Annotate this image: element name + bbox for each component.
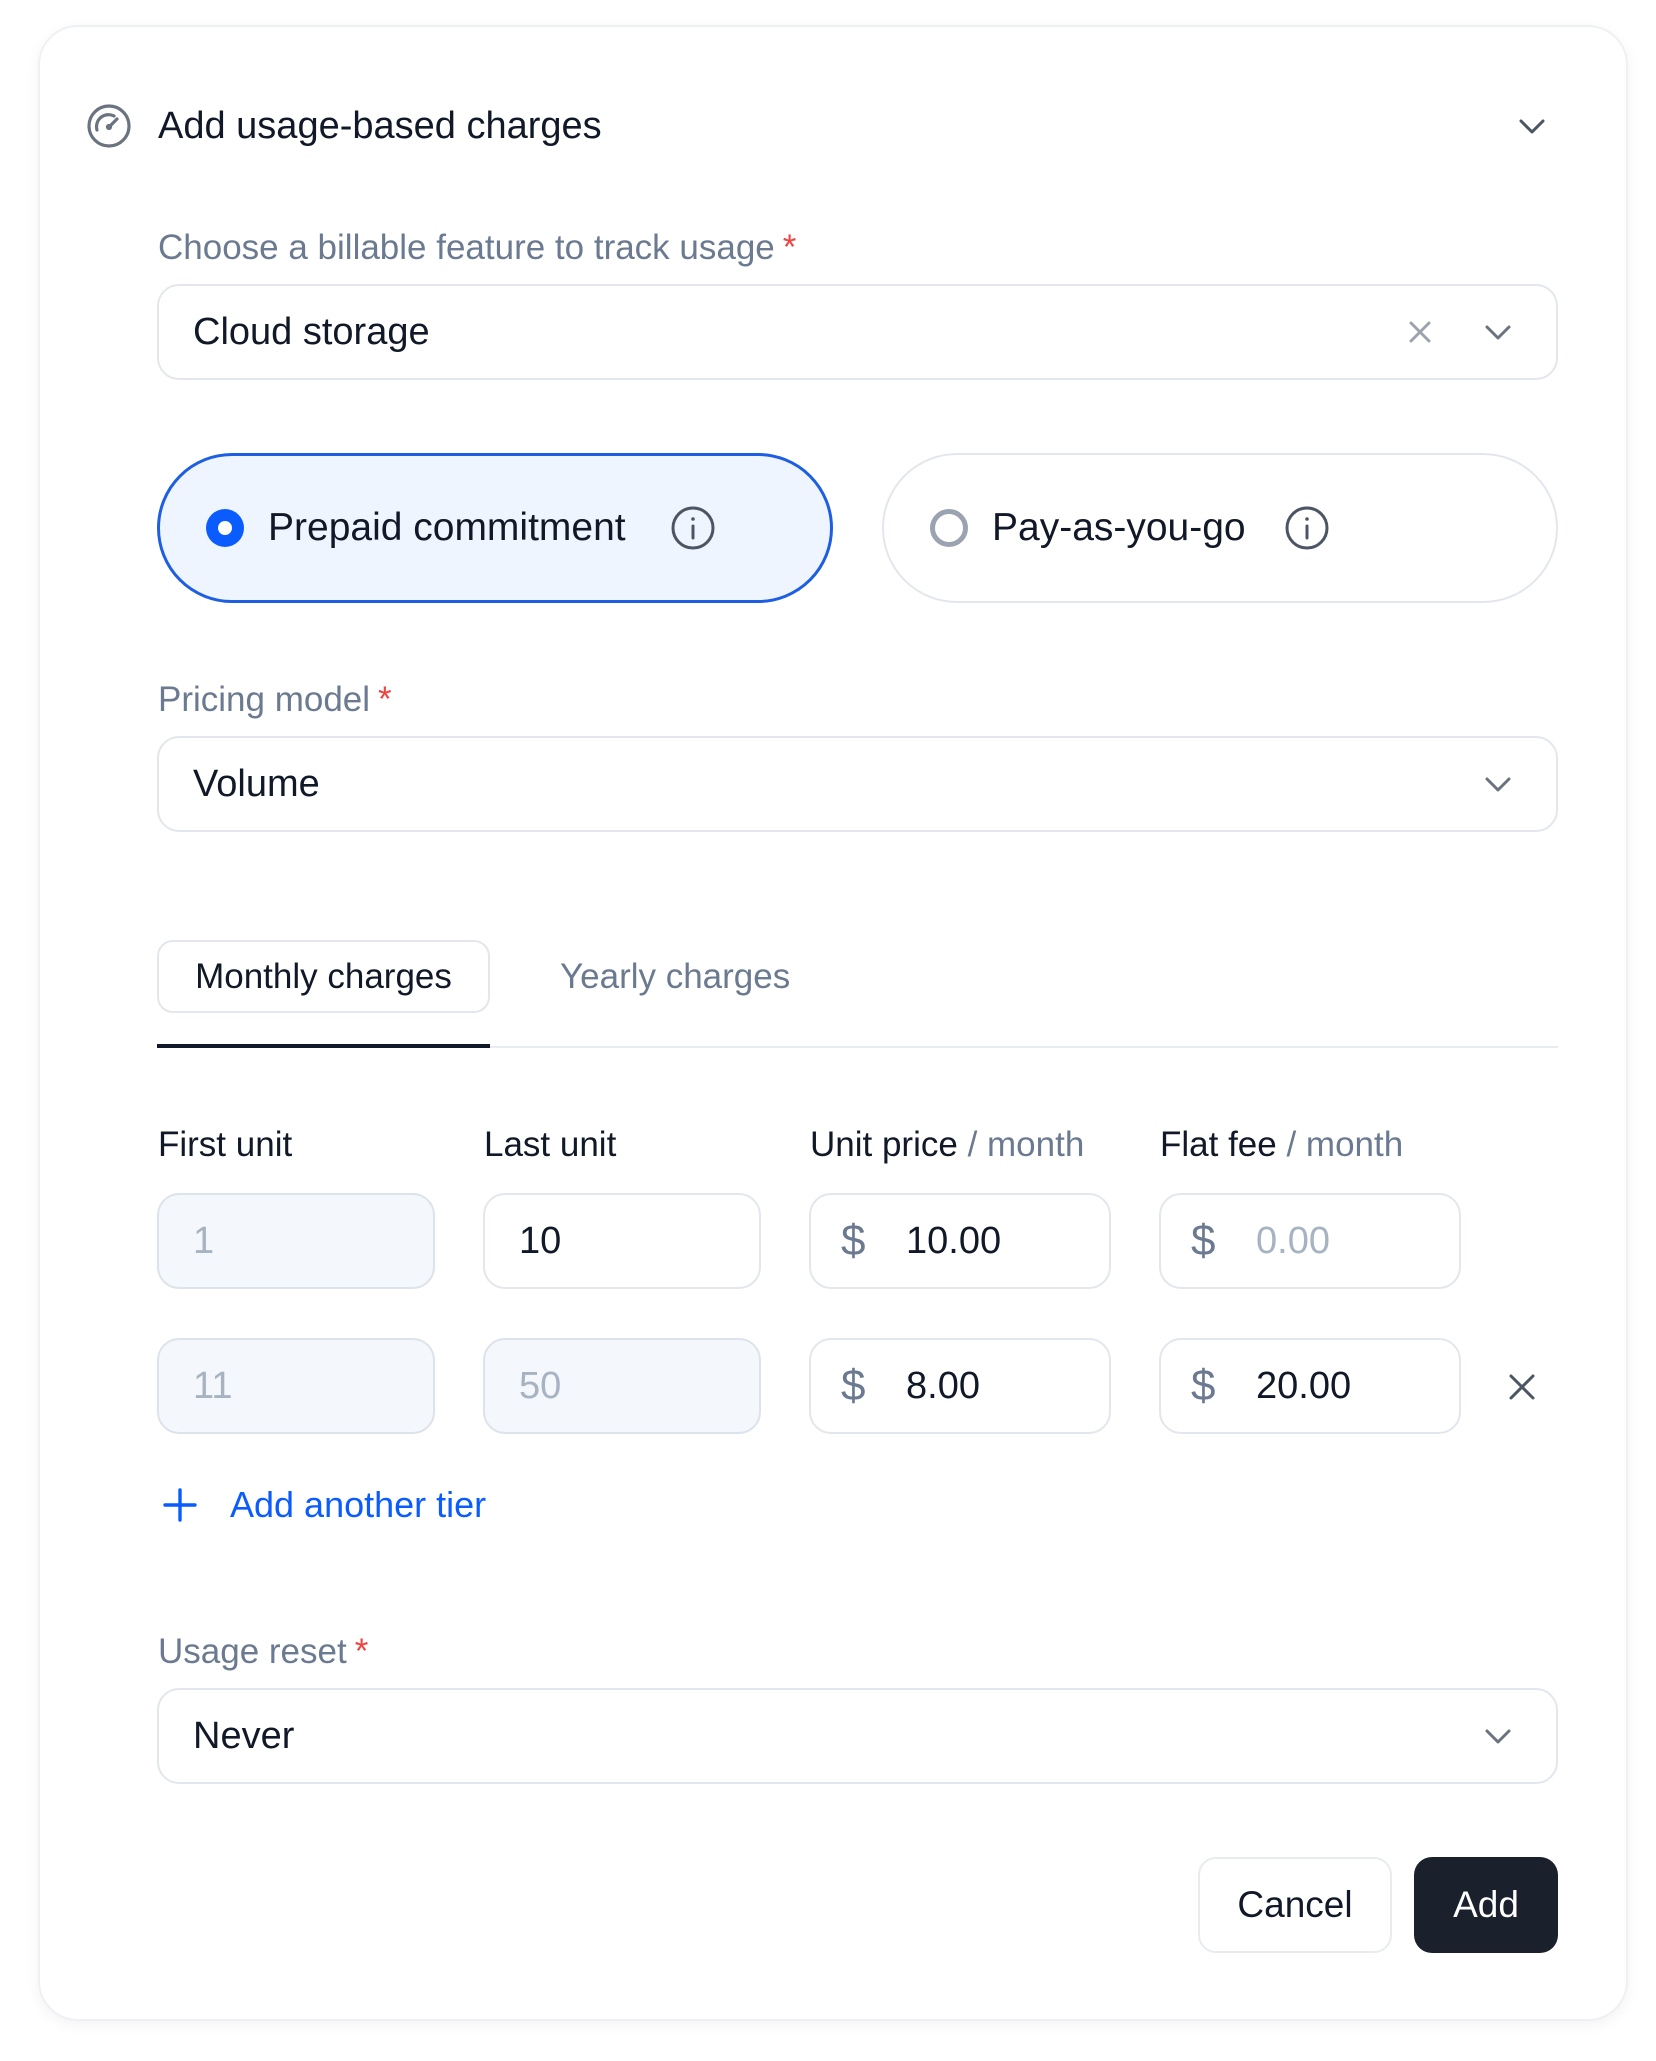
tier-1-last-unit-value: 10: [519, 1219, 562, 1262]
flat-fee-header-suffix: / month: [1286, 1125, 1404, 1164]
add-tier-button[interactable]: Add another tier: [160, 1484, 486, 1526]
tier-2-last-unit-value: 50: [519, 1364, 562, 1407]
unit-price-header: Unit price / month: [810, 1123, 1084, 1167]
pricing-model-label: Pricing model *: [158, 678, 392, 722]
remove-tier-icon[interactable]: [1504, 1369, 1540, 1405]
add-button[interactable]: Add: [1414, 1857, 1558, 1953]
tier-2-flat-fee-value: 20.00: [1256, 1364, 1352, 1407]
tier-1-flat-fee-placeholder: 0.00: [1256, 1219, 1330, 1262]
tier-2-unit-price-value: 8.00: [906, 1364, 980, 1407]
chevron-down-icon[interactable]: [1480, 766, 1516, 802]
collapse-chevron-icon[interactable]: [1514, 108, 1550, 144]
add-tier-label: Add another tier: [230, 1484, 487, 1525]
flat-fee-header: Flat fee / month: [1160, 1123, 1403, 1167]
info-icon[interactable]: [670, 505, 716, 551]
flat-fee-header-text: Flat fee: [1160, 1125, 1277, 1164]
dollar-icon: $: [841, 1216, 866, 1265]
feature-label: Choose a billable feature to track usage…: [158, 226, 796, 270]
usage-reset-label-text: Usage reset: [158, 1632, 347, 1671]
feature-select[interactable]: Cloud storage: [157, 284, 1558, 380]
tier-1-last-unit-input[interactable]: 10: [483, 1193, 761, 1289]
dollar-icon: $: [1191, 1216, 1216, 1265]
tier-1-flat-fee-input[interactable]: $ 0.00: [1159, 1193, 1461, 1289]
tier-1-unit-price-value: 10.00: [906, 1219, 1002, 1262]
feature-label-text: Choose a billable feature to track usage: [158, 228, 775, 267]
pricing-model-select[interactable]: Volume: [157, 736, 1558, 832]
plus-icon: [163, 1488, 197, 1522]
feature-select-value: Cloud storage: [193, 310, 430, 353]
tier-2-flat-fee-input[interactable]: $ 20.00: [1159, 1338, 1461, 1434]
chevron-down-icon[interactable]: [1480, 314, 1516, 350]
required-mark: *: [378, 680, 392, 719]
prepaid-commitment-label: Prepaid commitment: [268, 506, 626, 549]
required-mark: *: [354, 1632, 369, 1671]
pay-as-you-go-option[interactable]: Pay-as-you-go: [882, 453, 1558, 603]
tab-monthly-charges[interactable]: Monthly charges: [157, 940, 490, 1013]
dollar-icon: $: [1191, 1361, 1216, 1410]
pricing-model-value: Volume: [193, 762, 320, 805]
unit-price-header-suffix: / month: [967, 1125, 1085, 1164]
radio-selected[interactable]: [206, 509, 244, 547]
tier-2-first-unit-value: 11: [193, 1364, 233, 1407]
section-title: Add usage-based charges: [158, 105, 602, 147]
tier-1-first-unit: 1: [157, 1193, 435, 1289]
usage-reset-select[interactable]: Never: [157, 1688, 1558, 1784]
first-unit-header: First unit: [158, 1125, 293, 1164]
dollar-icon: $: [841, 1361, 866, 1410]
radio-unselected[interactable]: [930, 509, 968, 547]
last-unit-header: Last unit: [484, 1125, 617, 1164]
pay-as-you-go-label: Pay-as-you-go: [992, 506, 1246, 549]
tab-yearly-charges[interactable]: Yearly charges: [560, 940, 790, 1013]
tier-1-first-unit-value: 1: [193, 1219, 215, 1262]
usage-reset-label: Usage reset *: [158, 1630, 368, 1674]
chevron-down-icon[interactable]: [1480, 1718, 1516, 1754]
unit-price-header-text: Unit price: [810, 1125, 958, 1164]
required-mark: *: [782, 228, 797, 267]
tier-2-last-unit: 50: [483, 1338, 761, 1434]
tier-1-unit-price-input[interactable]: $ 10.00: [809, 1193, 1111, 1289]
tier-2-unit-price-input[interactable]: $ 8.00: [809, 1338, 1111, 1434]
info-icon[interactable]: [1284, 505, 1330, 551]
pricing-model-label-text: Pricing model: [158, 680, 371, 719]
speedometer-icon: [87, 104, 131, 148]
cancel-button[interactable]: Cancel: [1198, 1857, 1392, 1953]
active-tab-indicator: [157, 1044, 490, 1048]
usage-reset-value: Never: [193, 1714, 295, 1757]
clear-icon[interactable]: [1404, 316, 1436, 348]
prepaid-commitment-option[interactable]: Prepaid commitment: [157, 453, 833, 603]
tier-2-first-unit: 11: [157, 1338, 435, 1434]
